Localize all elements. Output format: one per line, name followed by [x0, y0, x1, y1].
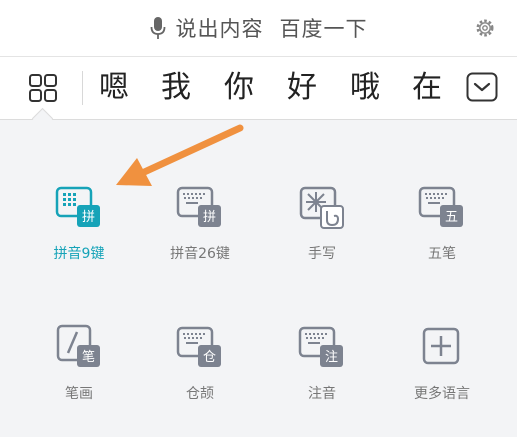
- mode-wubi[interactable]: 五 五笔: [387, 183, 497, 283]
- mode-label: 更多语言: [414, 386, 470, 402]
- mode-pinyin-26key[interactable]: 拼 拼音26键: [145, 183, 255, 283]
- mode-badge: 拼: [203, 210, 216, 225]
- voice-hint: 说出内容: [175, 17, 264, 41]
- candidate-word[interactable]: 我: [161, 65, 191, 111]
- stroke-icon: 笔: [56, 324, 100, 367]
- handwriting-icon: [299, 186, 344, 229]
- voice-search-bar[interactable]: 说出内容 百度一下: [0, 0, 517, 57]
- mode-pinyin-9key[interactable]: 拼 拼音9键: [24, 183, 134, 283]
- mode-badge: 拼: [82, 210, 95, 225]
- voice-search-text: 说出内容 百度一下: [176, 13, 368, 43]
- mode-label: 注音: [308, 386, 336, 402]
- candidate-bar: 嗯 我 你 好 哦 在: [0, 57, 517, 120]
- plus-icon: [422, 327, 460, 365]
- zhuyin-icon: 注: [298, 326, 343, 367]
- candidate-word[interactable]: 哦: [350, 65, 380, 111]
- candidate-word[interactable]: 好: [287, 65, 317, 111]
- grid-icon[interactable]: [28, 73, 58, 103]
- mode-label: 仓颉: [186, 386, 214, 402]
- mode-badge: 笔: [82, 349, 95, 365]
- candidate-word[interactable]: 嗯: [99, 65, 129, 111]
- mode-label: 五笔: [428, 246, 456, 262]
- voice-action: 百度一下: [279, 17, 368, 41]
- mode-label: 拼音26键: [170, 246, 230, 262]
- mode-cangjie[interactable]: 仓 仓颉: [145, 323, 255, 423]
- mode-badge: 五: [445, 210, 458, 225]
- gear-icon[interactable]: [475, 18, 495, 38]
- mode-more-languages[interactable]: 更多语言: [387, 323, 497, 423]
- mode-handwriting[interactable]: 手写: [267, 183, 377, 283]
- mode-label: 拼音9键: [53, 246, 105, 262]
- candidate-divider: [82, 71, 83, 105]
- microphone-icon: [150, 17, 165, 39]
- mode-label: 手写: [308, 246, 336, 262]
- pinyin-9key-icon: 拼: [55, 186, 100, 227]
- mode-zhuyin[interactable]: 注 注音: [267, 323, 377, 423]
- candidate-word[interactable]: 在: [412, 65, 442, 111]
- mode-label: 笔画: [65, 386, 93, 402]
- mode-badge: 仓: [203, 350, 216, 365]
- chevron-down-icon[interactable]: [466, 72, 498, 102]
- wubi-icon: 五: [418, 186, 463, 227]
- pinyin-26key-icon: 拼: [176, 186, 221, 227]
- mode-stroke[interactable]: 笔 笔画: [24, 323, 134, 423]
- candidate-word[interactable]: 你: [224, 65, 254, 111]
- cangjie-icon: 仓: [176, 326, 221, 367]
- mode-badge: 注: [325, 350, 338, 365]
